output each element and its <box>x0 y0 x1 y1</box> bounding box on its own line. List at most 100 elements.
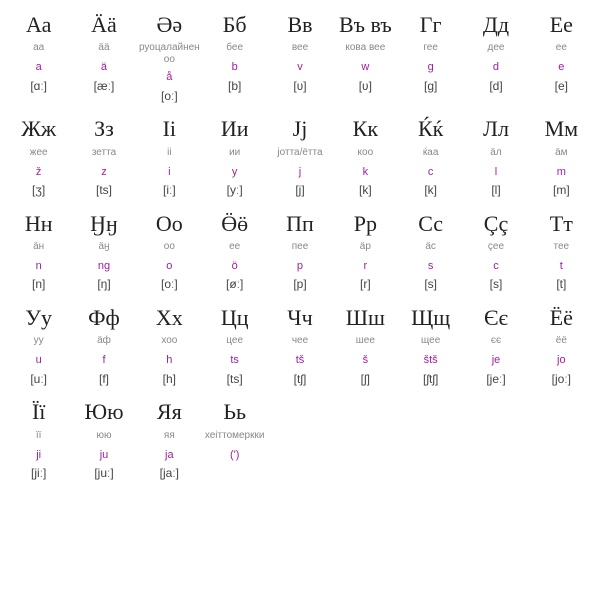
letter-glyph: Въ въ <box>335 12 396 38</box>
alphabet-cell: Јјјотта/ёттаj[j] <box>267 114 332 208</box>
letter-translit: ž <box>8 165 69 179</box>
letter-glyph: Ӓӓ <box>73 12 134 38</box>
letter-translit: y <box>204 165 265 179</box>
letter-name: оо <box>139 241 200 255</box>
letter-ipa: [tʃ] <box>269 372 330 388</box>
letter-ipa: [ŋ] <box>73 277 134 293</box>
letter-ipa: [g] <box>400 79 461 95</box>
letter-ipa: [s] <box>400 277 461 293</box>
letter-name: ќаа <box>400 147 461 161</box>
alphabet-cell: Ииииy[yː] <box>202 114 267 208</box>
letter-glyph: Јј <box>269 116 330 142</box>
alphabet-cell: Гггееg[g] <box>398 10 463 114</box>
alphabet-cell: Пппееp[p] <box>267 209 332 303</box>
letter-glyph: Кк <box>335 116 396 142</box>
letter-translit: ju <box>73 448 134 462</box>
letter-glyph: Нн <box>8 211 69 237</box>
letter-name: жее <box>8 147 69 161</box>
alphabet-cell: Ллӓлl[l] <box>463 114 528 208</box>
letter-translit: štš <box>400 353 461 367</box>
letter-glyph: Ќќ <box>400 116 461 142</box>
letter-translit: jo <box>531 353 592 367</box>
letter-glyph: Мм <box>531 116 592 142</box>
alphabet-grid: Ааааa[ɑː]Ӓӓӓӓä[æː]Әәруоцалайнен ооå[oː]Б… <box>6 10 594 491</box>
letter-name: кова вее <box>335 42 396 56</box>
letter-ipa: [j] <box>269 183 330 199</box>
alphabet-cell: Ӓӓӓӓä[æː] <box>71 10 136 114</box>
letter-translit: l <box>465 165 526 179</box>
alphabet-cell: Ӫӫееö[øː] <box>202 209 267 303</box>
letter-name: іі <box>139 147 200 161</box>
alphabet-cell: Ммӓмm[m] <box>529 114 594 208</box>
letter-translit: ts <box>204 353 265 367</box>
letter-ipa: [ʃtʃ] <box>400 372 461 388</box>
alphabet-cell: Кккооk[k] <box>333 114 398 208</box>
letter-ipa: [jiː] <box>8 466 69 482</box>
letter-glyph: Дд <box>465 12 526 38</box>
letter-ipa: [jaː] <box>139 466 200 482</box>
letter-glyph: Цц <box>204 305 265 331</box>
alphabet-cell: Шшшееš[ʃ] <box>333 303 398 397</box>
letter-glyph: Фф <box>73 305 134 331</box>
letter-name: цее <box>204 335 265 349</box>
letter-translit: i <box>139 165 200 179</box>
letter-name: її <box>8 430 69 444</box>
letter-translit: š <box>335 353 396 367</box>
alphabet-cell: Чччееtš[tʃ] <box>267 303 332 397</box>
letter-ipa: [ʋ] <box>269 79 330 95</box>
letter-name: щее <box>400 335 461 349</box>
letter-translit: v <box>269 60 330 74</box>
alphabet-cell: Ёёёёjo[joː] <box>529 303 594 397</box>
alphabet-cell: Єєєєje[jeː] <box>463 303 528 397</box>
letter-name: руоцалайнен оо <box>139 42 200 66</box>
letter-glyph: Гг <box>400 12 461 38</box>
letter-name: яя <box>139 430 200 444</box>
alphabet-cell: Хххооh[h] <box>137 303 202 397</box>
alphabet-cell: Ууууu[uː] <box>6 303 71 397</box>
letter-translit: w <box>335 60 396 74</box>
letter-translit: tš <box>269 353 330 367</box>
letter-glyph: Бб <box>204 12 265 38</box>
letter-ipa: [juː] <box>73 466 134 482</box>
letter-name: ӓр <box>335 241 396 255</box>
letter-ipa: [m] <box>531 183 592 199</box>
alphabet-cell: Ььхеіттомеркки(') <box>202 397 267 491</box>
alphabet-cell: Вввееv[ʋ] <box>267 10 332 114</box>
letter-ipa: [r] <box>335 277 396 293</box>
letter-name: ёё <box>531 335 592 349</box>
letter-name: çее <box>465 241 526 255</box>
letter-name: тее <box>531 241 592 255</box>
letter-ipa: [p] <box>269 277 330 293</box>
letter-ipa: [l] <box>465 183 526 199</box>
letter-name: бее <box>204 42 265 56</box>
letter-name: ӓн <box>8 241 69 255</box>
letter-translit: ng <box>73 259 134 273</box>
letter-glyph: Ӫӫ <box>204 211 265 237</box>
letter-glyph: Юю <box>73 399 134 425</box>
letter-ipa: [e] <box>531 79 592 95</box>
letter-name: дее <box>465 42 526 56</box>
alphabet-cell: Въ въкова вееw[ʋ] <box>333 10 398 114</box>
letter-ipa: [uː] <box>8 372 69 388</box>
letter-glyph: Аа <box>8 12 69 38</box>
letter-glyph: Ьь <box>204 399 265 425</box>
letter-translit: z <box>73 165 134 179</box>
letter-translit: u <box>8 353 69 367</box>
alphabet-cell: Бббееb[b] <box>202 10 267 114</box>
letter-ipa: [oː] <box>139 89 200 105</box>
letter-ipa: [yː] <box>204 183 265 199</box>
letter-translit: b <box>204 60 265 74</box>
letter-glyph: Ӈӈ <box>73 211 134 237</box>
alphabet-cell: Тттееt[t] <box>529 209 594 303</box>
letter-name: коо <box>335 147 396 161</box>
letter-glyph: Ее <box>531 12 592 38</box>
alphabet-cell: Ррӓрr[r] <box>333 209 398 303</box>
alphabet-cell: Зззеттаz[ts] <box>71 114 136 208</box>
letter-name: хоо <box>139 335 200 349</box>
letter-name: јотта/ётта <box>269 147 330 161</box>
letter-name: ӓӈ <box>73 241 134 255</box>
letter-translit: o <box>139 259 200 273</box>
letter-ipa: [joː] <box>531 372 592 388</box>
letter-ipa: [k] <box>400 183 461 199</box>
letter-name: аа <box>8 42 69 56</box>
